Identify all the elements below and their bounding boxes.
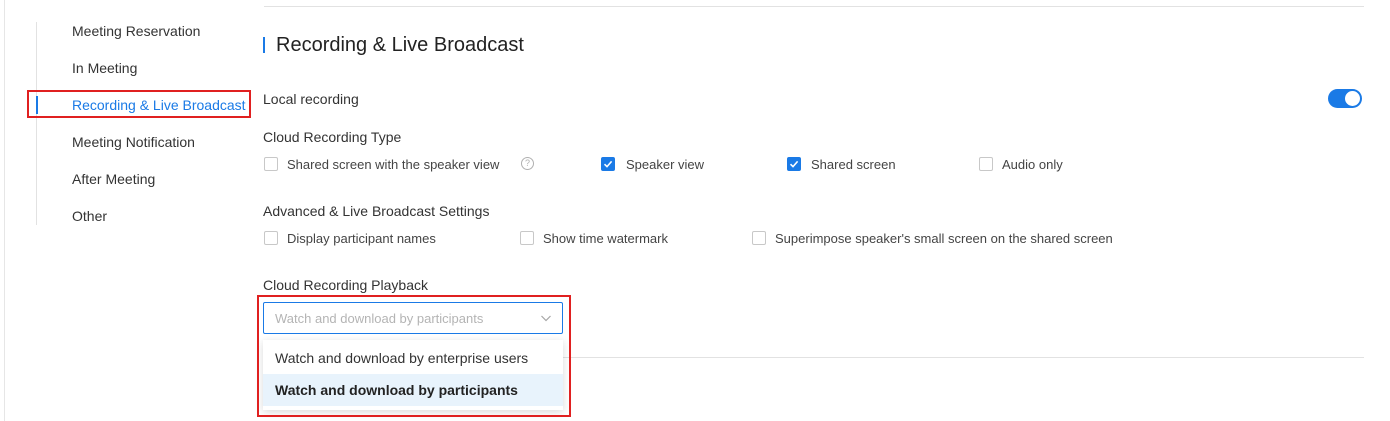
option-label-display-participant-names: Display participant names <box>287 231 436 246</box>
sidebar-item-meeting-notification[interactable]: Meeting Notification <box>72 132 195 152</box>
checkmark-icon <box>789 160 799 168</box>
option-label-show-time-watermark: Show time watermark <box>543 231 668 246</box>
top-divider <box>264 6 1364 7</box>
sidebar-item-other[interactable]: Other <box>72 206 107 226</box>
section-title-accent <box>263 37 265 53</box>
option-label-shared-screen: Shared screen <box>811 157 896 172</box>
option-label-shared-screen-with-speaker-view: Shared screen with the speaker view <box>287 157 500 172</box>
cloud-recording-type-label: Cloud Recording Type <box>263 129 402 145</box>
local-recording-label: Local recording <box>263 91 359 107</box>
cloud-recording-playback-label: Cloud Recording Playback <box>263 277 428 293</box>
checkbox-show-time-watermark[interactable] <box>520 231 534 245</box>
option-label-superimpose-speaker-screen: Superimpose speaker's small screen on th… <box>775 231 1113 246</box>
option-label-audio-only: Audio only <box>1002 157 1063 172</box>
sidebar-item-meeting-reservation[interactable]: Meeting Reservation <box>72 21 200 41</box>
checkbox-speaker-view[interactable] <box>601 157 615 171</box>
option-label-speaker-view: Speaker view <box>626 157 705 172</box>
section-title: Recording & Live Broadcast <box>276 34 524 56</box>
toggle-knob <box>1345 91 1360 106</box>
sidebar-item-in-meeting[interactable]: In Meeting <box>72 58 137 78</box>
checkbox-audio-only[interactable] <box>979 157 993 171</box>
advanced-settings-label: Advanced & Live Broadcast Settings <box>263 203 490 219</box>
sidebar-divider <box>36 22 37 225</box>
checkbox-display-participant-names[interactable] <box>264 231 278 245</box>
local-recording-toggle[interactable] <box>1328 89 1362 108</box>
checkbox-shared-screen[interactable] <box>787 157 801 171</box>
checkmark-icon <box>603 160 613 168</box>
sidebar-item-after-meeting[interactable]: After Meeting <box>72 169 155 189</box>
sidebar-highlight-box <box>27 90 251 118</box>
question-circle-icon[interactable]: ? <box>521 157 534 170</box>
dropdown-highlight-box <box>257 295 571 417</box>
checkbox-superimpose-speaker-screen[interactable] <box>752 231 766 245</box>
page-left-border <box>4 0 5 421</box>
checkbox-shared-screen-with-speaker-view[interactable] <box>264 157 278 171</box>
